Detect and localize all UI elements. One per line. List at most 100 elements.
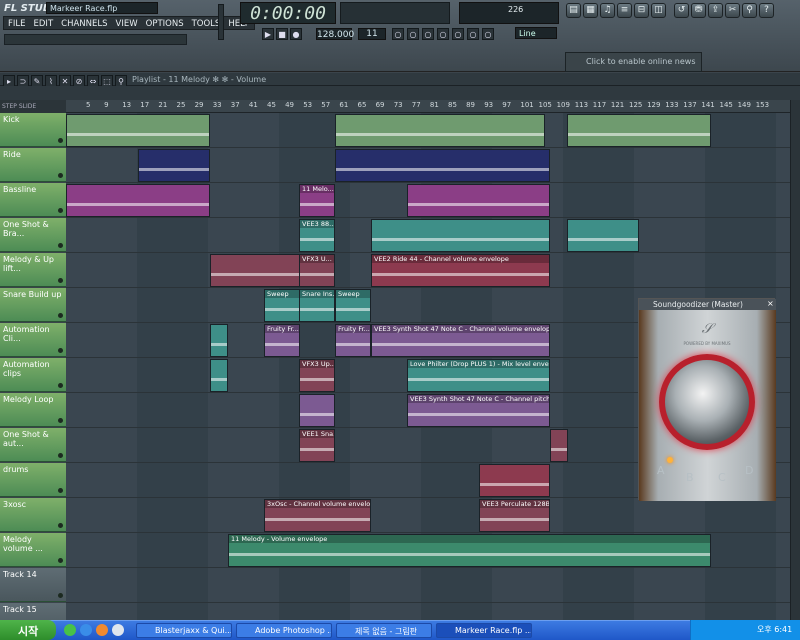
playlist-icon[interactable]: ▤ bbox=[566, 3, 581, 18]
option-toggle-icon[interactable]: ○ bbox=[422, 28, 434, 40]
mode-d[interactable]: D bbox=[745, 464, 753, 477]
pattern-clip[interactable] bbox=[299, 394, 335, 427]
pattern-clip[interactable] bbox=[210, 324, 228, 357]
menu-edit[interactable]: EDIT bbox=[30, 17, 58, 29]
clip-label: Fruity Fr... bbox=[336, 325, 370, 333]
quicklaunch-icon[interactable] bbox=[80, 624, 92, 636]
pattern-clip[interactable]: VEE1 Sna... bbox=[299, 429, 335, 462]
pattern-clip[interactable] bbox=[567, 219, 639, 252]
task-button-photoshop[interactable]: Adobe Photoshop ... bbox=[236, 623, 332, 638]
pattern-clip[interactable]: Snare Ins... bbox=[299, 289, 335, 322]
tools-icon[interactable]: ✂ bbox=[725, 3, 740, 18]
pattern-clip[interactable]: 11 Melo... bbox=[299, 184, 335, 217]
pattern-selector[interactable]: 11 bbox=[358, 28, 386, 40]
option-toggle-icon[interactable]: ○ bbox=[482, 28, 494, 40]
pattern-clip[interactable]: Fruity Fr... bbox=[335, 324, 371, 357]
record-icon[interactable]: ● bbox=[290, 28, 302, 40]
ruler-tick: 49 bbox=[285, 101, 295, 109]
clip-waveform bbox=[211, 343, 227, 346]
pattern-clip[interactable] bbox=[210, 359, 228, 392]
pattern-clip[interactable] bbox=[335, 114, 545, 147]
quicklaunch-icon[interactable] bbox=[112, 624, 124, 636]
main-knob[interactable] bbox=[659, 354, 755, 450]
quicklaunch-icon[interactable] bbox=[64, 624, 76, 636]
mode-a[interactable]: A bbox=[657, 464, 665, 477]
master-volume-slider[interactable] bbox=[218, 4, 224, 40]
start-button[interactable]: 시작 bbox=[0, 620, 56, 640]
track-lane[interactable] bbox=[66, 568, 800, 603]
playlist-title: Playlist - 11 Melody ✻ ✻ - Volume bbox=[132, 75, 267, 84]
track-lane[interactable] bbox=[66, 498, 800, 533]
task-button-paint[interactable]: 제목 없음 - 그림판 bbox=[336, 623, 432, 638]
clip-waveform bbox=[408, 203, 549, 206]
pattern-clip[interactable]: VEE3 Perculate 128BP... bbox=[479, 499, 550, 532]
mode-c[interactable]: C bbox=[718, 471, 726, 484]
online-news-panel[interactable]: Click to enable online news bbox=[565, 52, 702, 72]
pattern-clip[interactable] bbox=[550, 429, 568, 462]
clip-waveform bbox=[480, 518, 549, 521]
pattern-clip[interactable] bbox=[66, 114, 210, 147]
song-time-display: 0:00:00 bbox=[240, 2, 336, 24]
menu-channels[interactable]: CHANNELS bbox=[57, 17, 111, 29]
undo-icon[interactable]: ↺ bbox=[674, 3, 689, 18]
option-toggle-icon[interactable]: ○ bbox=[407, 28, 419, 40]
step-sequencer-icon[interactable]: ▦ bbox=[583, 3, 598, 18]
pattern-clip[interactable]: VEE3 Synth Shot 47 Note C - Channel pitc… bbox=[407, 394, 550, 427]
step-slide-toggle[interactable]: STEP SLIDE bbox=[0, 100, 66, 113]
stop-icon[interactable]: ■ bbox=[276, 28, 288, 40]
channel-icon[interactable]: ◫ bbox=[651, 3, 666, 18]
pattern-clip[interactable] bbox=[335, 149, 550, 182]
menu-file[interactable]: FILE bbox=[4, 17, 30, 29]
pattern-clip[interactable] bbox=[66, 184, 210, 217]
close-icon[interactable]: × bbox=[767, 300, 775, 308]
quicklaunch-icon[interactable] bbox=[96, 624, 108, 636]
ruler-tick: 37 bbox=[230, 101, 240, 109]
menu-view[interactable]: VIEW bbox=[112, 17, 142, 29]
pattern-clip[interactable]: VFX3 Up... bbox=[299, 359, 335, 392]
cpu-monitor: 226 bbox=[459, 2, 559, 24]
ruler-tick: 141 bbox=[701, 101, 715, 109]
playlist-overview[interactable] bbox=[0, 86, 800, 100]
piano-roll-icon[interactable]: ♫ bbox=[600, 3, 615, 18]
ruler-tick: 17 bbox=[140, 101, 150, 109]
pattern-clip[interactable] bbox=[567, 114, 711, 147]
option-toggle-icon[interactable]: ○ bbox=[392, 28, 404, 40]
menu-options[interactable]: OPTIONS bbox=[142, 17, 188, 29]
pattern-clip[interactable]: VFX3 U... bbox=[299, 254, 335, 287]
pattern-clip[interactable]: VEE3 88... bbox=[299, 219, 335, 252]
export-icon[interactable]: ⇪ bbox=[708, 3, 723, 18]
clip-waveform bbox=[300, 448, 334, 451]
option-toggle-icon[interactable]: ○ bbox=[437, 28, 449, 40]
pattern-clip[interactable]: Sweep bbox=[264, 289, 300, 322]
pattern-clip[interactable] bbox=[210, 254, 300, 287]
task-button-browser[interactable]: Blasterjaxx & Qui... bbox=[136, 623, 232, 638]
search-icon[interactable]: ⚲ bbox=[742, 3, 757, 18]
pattern-clip[interactable]: Love Philter (Drop PLUS 1) - Mix level e… bbox=[407, 359, 550, 392]
pattern-clip[interactable]: 3xOsc - Channel volume envelope bbox=[264, 499, 371, 532]
tempo-display[interactable]: 128.000 bbox=[316, 28, 354, 40]
clip-label: VEE1 Sna... bbox=[300, 430, 334, 438]
save-icon[interactable]: ⛃ bbox=[691, 3, 706, 18]
snap-select[interactable]: Line bbox=[515, 27, 557, 39]
pattern-clip[interactable]: Sweep bbox=[335, 289, 371, 322]
browser-icon[interactable]: ≡ bbox=[617, 3, 632, 18]
ruler-tick: 113 bbox=[574, 101, 589, 109]
option-toggle-icon[interactable]: ○ bbox=[452, 28, 464, 40]
pattern-clip[interactable] bbox=[479, 464, 550, 497]
vertical-scrollbar[interactable] bbox=[790, 100, 800, 620]
timeline-ruler[interactable]: 5 9 13 17 21 25 29 33 37 41 45 49 53 57 61 65 69 73 77 81 85… bbox=[66, 100, 800, 113]
pattern-clip[interactable] bbox=[407, 184, 550, 217]
mode-b[interactable]: B bbox=[686, 471, 694, 484]
pattern-clip[interactable] bbox=[371, 219, 550, 252]
option-toggle-icon[interactable]: ○ bbox=[467, 28, 479, 40]
clip-waveform bbox=[336, 133, 544, 136]
help-icon[interactable]: ? bbox=[759, 3, 774, 18]
task-button-flstudio[interactable]: Markeer Race.flp ... bbox=[436, 623, 532, 638]
pattern-clip[interactable] bbox=[138, 149, 210, 182]
pattern-clip[interactable]: Fruity Fr... bbox=[264, 324, 300, 357]
pattern-clip[interactable]: VEE3 Synth Shot 47 Note C - Channel volu… bbox=[371, 324, 550, 357]
play-icon[interactable]: ▶ bbox=[262, 28, 274, 40]
pattern-clip[interactable]: 11 Melody - Volume envelope bbox=[228, 534, 711, 567]
pattern-clip[interactable]: VEE2 Ride 44 - Channel volume envelope bbox=[371, 254, 550, 287]
mixer-icon[interactable]: ⊟ bbox=[634, 3, 649, 18]
